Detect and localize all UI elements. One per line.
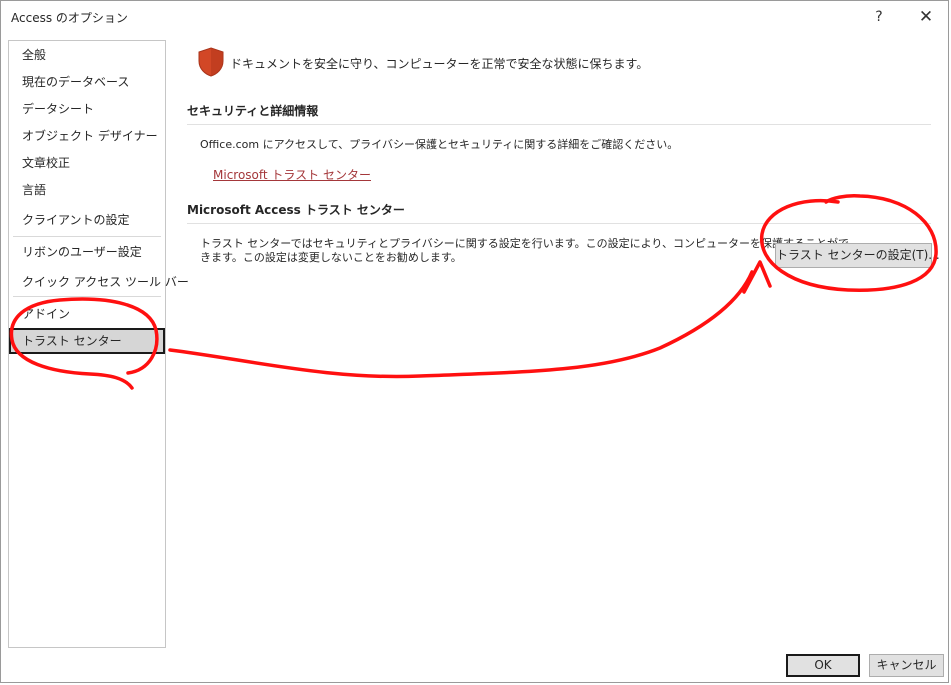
security-info-text: Office.com にアクセスして、プライバシー保護とセキュリティに関する詳細… (200, 138, 679, 151)
sidebar-item-quick-access-toolbar[interactable]: クイック アクセス ツール バー (9, 269, 189, 295)
sidebar-item-client-settings[interactable]: クライアントの設定 (9, 207, 165, 233)
microsoft-trust-center-link[interactable]: Microsoft トラスト センター (213, 166, 371, 183)
ok-button[interactable]: OK (786, 654, 860, 677)
sidebar-item-current-database[interactable]: 現在のデータベース (9, 69, 165, 95)
section-divider (187, 223, 931, 224)
trust-center-section-title: Microsoft Access トラスト センター (187, 203, 405, 217)
section-divider (187, 124, 931, 125)
sidebar-divider (13, 236, 161, 237)
window-title: Access のオプション (11, 11, 128, 25)
sidebar-item-language[interactable]: 言語 (9, 177, 165, 203)
trust-center-description-line: トラスト センターではセキュリティとプライバシーに関する設定を行います。この設定… (200, 237, 849, 250)
help-button[interactable]: ? (865, 5, 893, 29)
trust-center-description-line: きます。この設定は変更しないことをお勧めします。 (200, 251, 462, 264)
security-section-title: セキュリティと詳細情報 (187, 104, 319, 118)
sidebar-item-general[interactable]: 全般 (9, 42, 165, 68)
sidebar-item-add-ins[interactable]: アドイン (9, 301, 165, 327)
sidebar-item-object-designers[interactable]: オブジェクト デザイナー (9, 123, 165, 149)
sidebar-item-trust-center[interactable]: トラスト センター (9, 328, 165, 354)
close-button[interactable]: ✕ (912, 5, 940, 29)
trust-center-header: ドキュメントを安全に守り、コンピューターを正常で安全な状態に保ちます。 (230, 57, 649, 71)
sidebar-divider (13, 296, 161, 297)
cancel-button[interactable]: キャンセル (869, 654, 944, 677)
trust-center-description: トラスト センターではセキュリティとプライバシーに関する設定を行います。この設定… (200, 237, 849, 265)
options-dialog: Access のオプション ? ✕ 全般 現在のデータベース データシート オブ… (0, 0, 949, 683)
title-bar: Access のオプション ? ✕ (1, 1, 948, 33)
sidebar-item-customize-ribbon[interactable]: リボンのユーザー設定 (9, 239, 165, 265)
sidebar-item-proofing[interactable]: 文章校正 (9, 150, 165, 176)
sidebar-item-datasheet[interactable]: データシート (9, 96, 165, 122)
trust-center-settings-button[interactable]: トラスト センターの設定(T)... (775, 243, 940, 268)
shield-icon (198, 47, 224, 77)
sidebar: 全般 現在のデータベース データシート オブジェクト デザイナー 文章校正 言語… (8, 40, 189, 648)
